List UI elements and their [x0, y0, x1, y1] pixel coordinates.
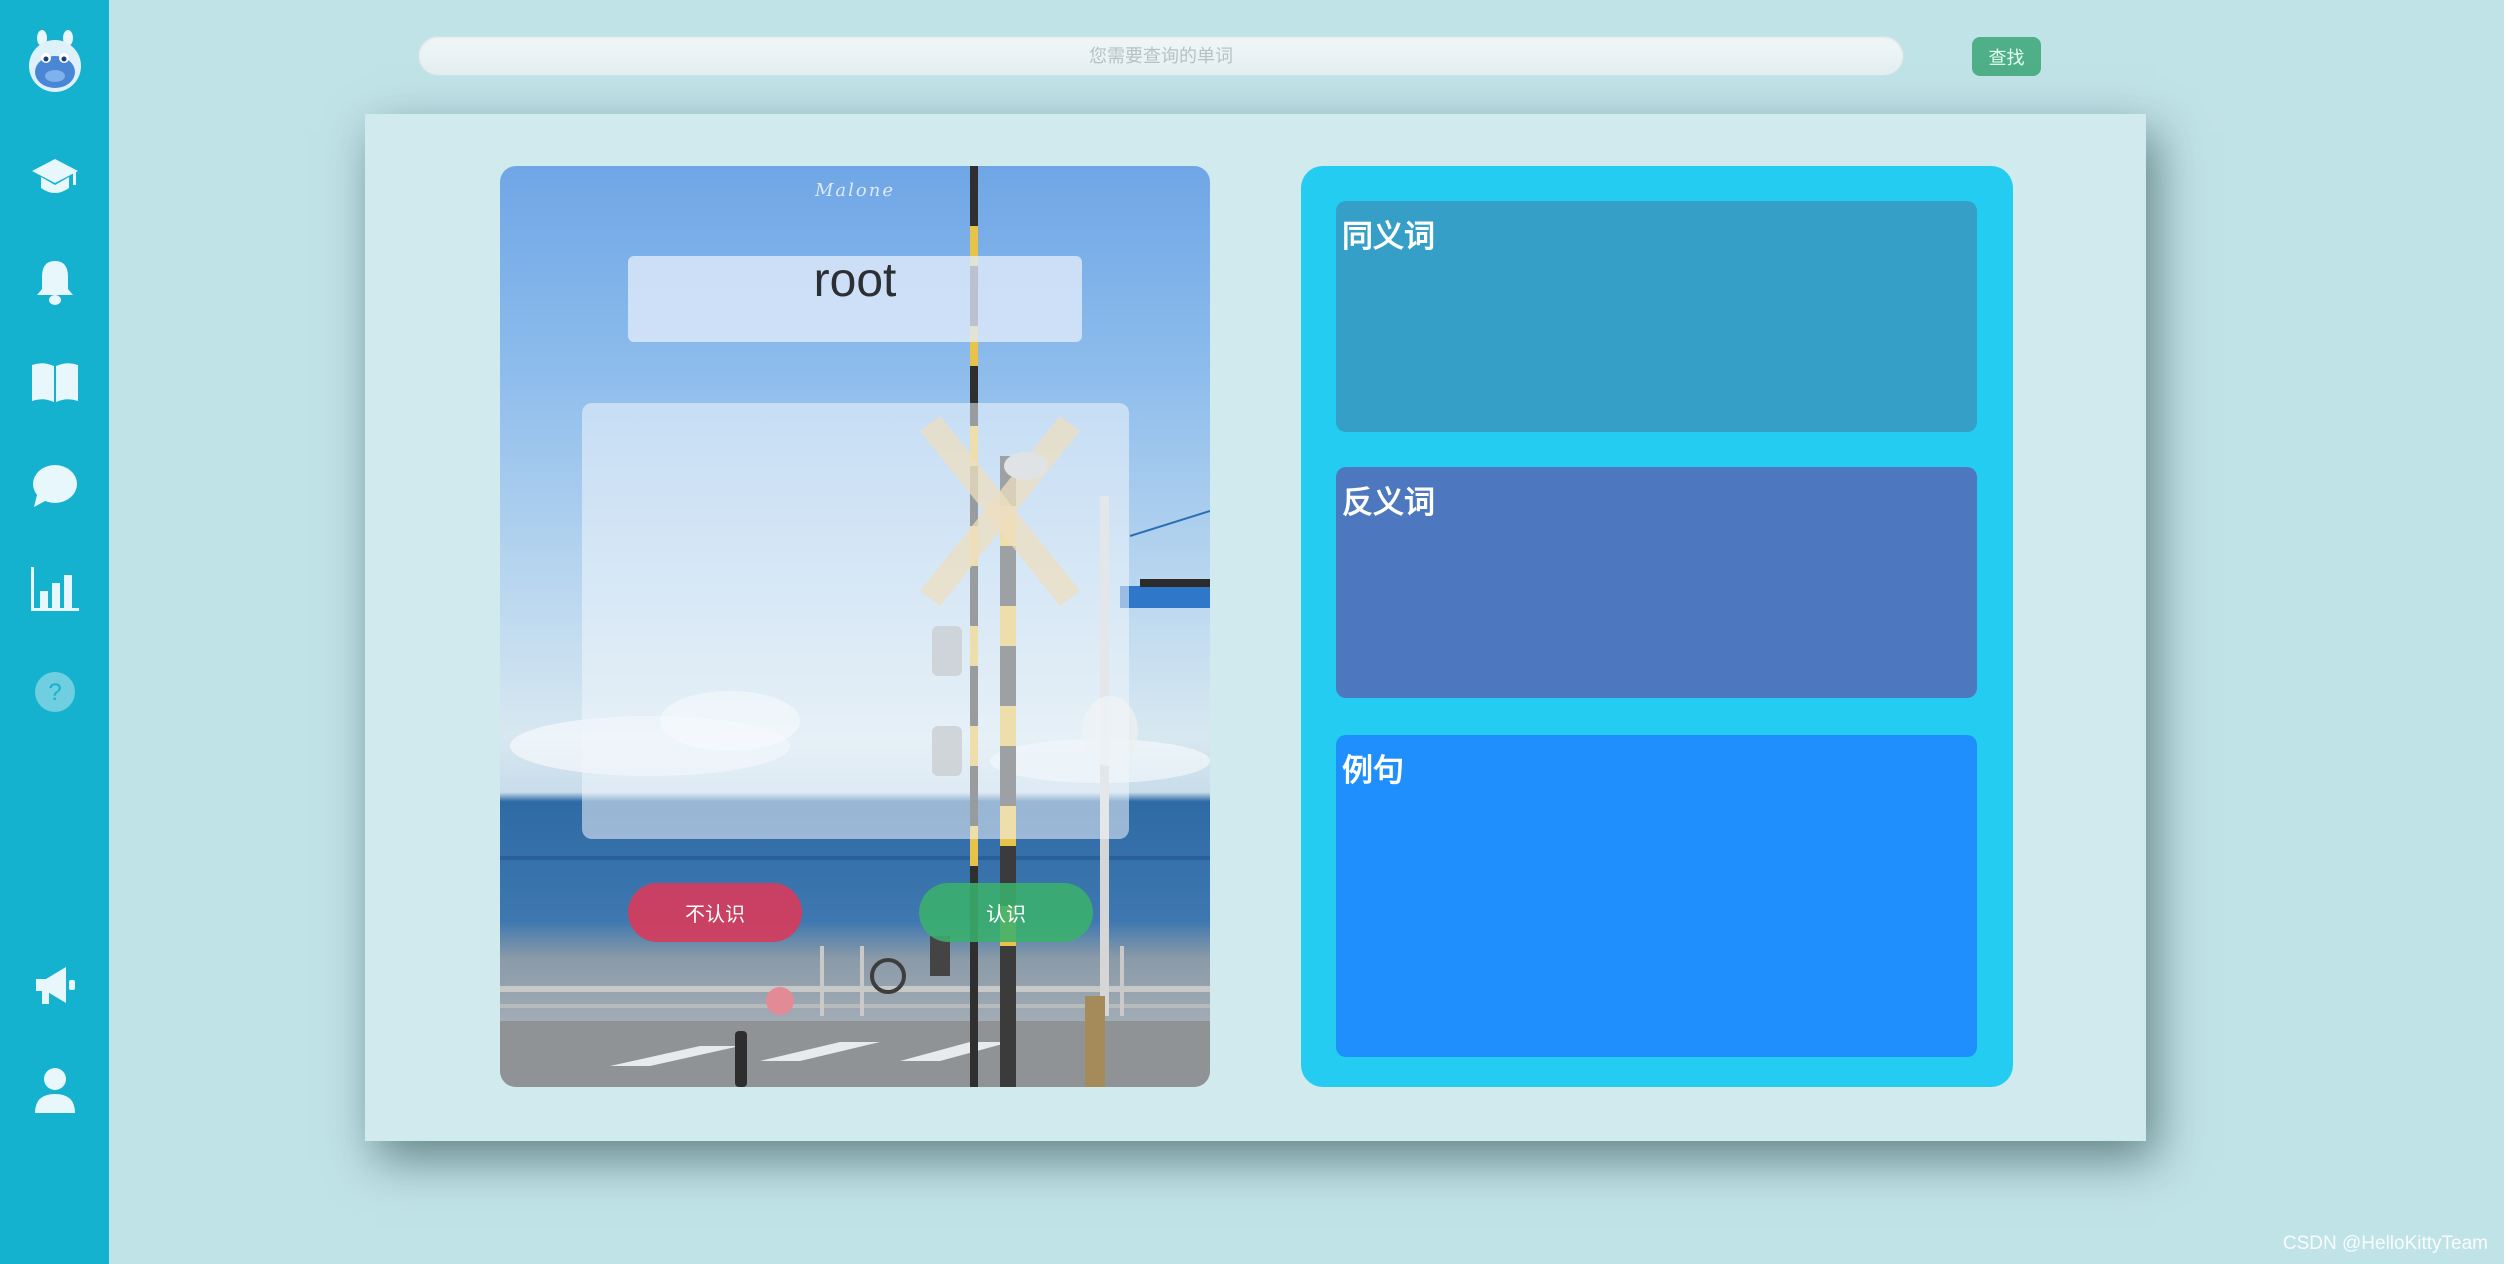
meaning-box: [582, 403, 1129, 839]
card-watermark: Malone: [814, 180, 895, 201]
graduation-cap-icon[interactable]: [0, 150, 109, 206]
mascot-logo-icon[interactable]: [0, 28, 109, 94]
example-sentence-box: 例句: [1336, 735, 1977, 1057]
synonym-box: 同义词: [1336, 201, 1977, 432]
word-box: root: [628, 256, 1082, 342]
flashcard: Malone root 不认识 认识: [500, 166, 1210, 1087]
word-text: root: [813, 254, 897, 307]
svg-text:?: ?: [48, 679, 61, 706]
search-button[interactable]: 查找: [1972, 37, 2041, 76]
antonym-box: 反义词: [1336, 467, 1977, 698]
footer-credit: CSDN @HelloKittyTeam: [2282, 1233, 2488, 1254]
sidebar: ?: [0, 0, 109, 1264]
bar-chart-icon[interactable]: [0, 560, 109, 618]
help-icon[interactable]: ?: [0, 664, 109, 720]
antonym-title: 反义词: [1342, 485, 1435, 520]
bell-icon[interactable]: [0, 254, 109, 310]
chat-bubble-icon[interactable]: [0, 458, 109, 514]
user-icon[interactable]: [0, 1062, 109, 1118]
word-info-panel: 同义词 反义词 例句: [1301, 166, 2013, 1087]
unknown-button[interactable]: 不认识: [628, 883, 802, 942]
synonym-title: 同义词: [1342, 219, 1435, 254]
book-icon[interactable]: [0, 354, 109, 410]
example-title: 例句: [1342, 753, 1404, 788]
megaphone-icon[interactable]: [0, 958, 109, 1014]
search-input[interactable]: [418, 36, 1904, 76]
known-button[interactable]: 认识: [919, 883, 1093, 942]
